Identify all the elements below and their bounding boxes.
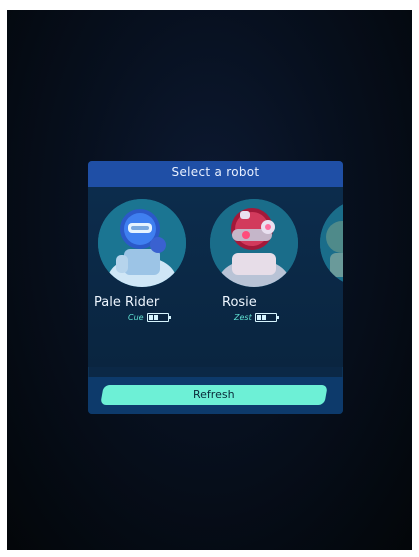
robot-carousel[interactable]: Pale Rider Cue Rosie Zest [88, 187, 343, 367]
robot-trait-label: Cue [128, 313, 144, 322]
robot-trait-label: Zest [234, 313, 252, 322]
refresh-button-label: Refresh [193, 388, 235, 401]
battery-icon [254, 313, 279, 322]
robot-portrait [98, 199, 186, 287]
robot-portrait [210, 199, 298, 287]
dialog-title: Select a robot [171, 165, 260, 179]
game-screen: Select a robot Pale Rider Cue Rosie Zest… [7, 10, 412, 550]
refresh-button[interactable]: Refresh [100, 385, 328, 405]
partial-robot-icon [320, 199, 343, 287]
dialog-footer: Refresh [88, 377, 343, 414]
dialog-header: Select a robot [88, 161, 343, 188]
robot-card-rosie[interactable]: Rosie Zest [210, 199, 300, 339]
robot-card-partial[interactable] [320, 199, 343, 339]
robot-trait: Zest [234, 313, 279, 322]
pale-rider-robot-icon [98, 199, 186, 287]
rosie-robot-icon [210, 199, 298, 287]
robot-portrait [320, 199, 343, 287]
robot-card-pale-rider[interactable]: Pale Rider Cue [94, 199, 188, 339]
robot-select-dialog: Select a robot Pale Rider Cue Rosie Zest… [88, 161, 343, 414]
robot-trait: Cue [128, 313, 171, 322]
battery-icon [146, 313, 171, 322]
robot-name: Pale Rider [94, 295, 160, 310]
robot-name: Rosie [222, 295, 257, 310]
